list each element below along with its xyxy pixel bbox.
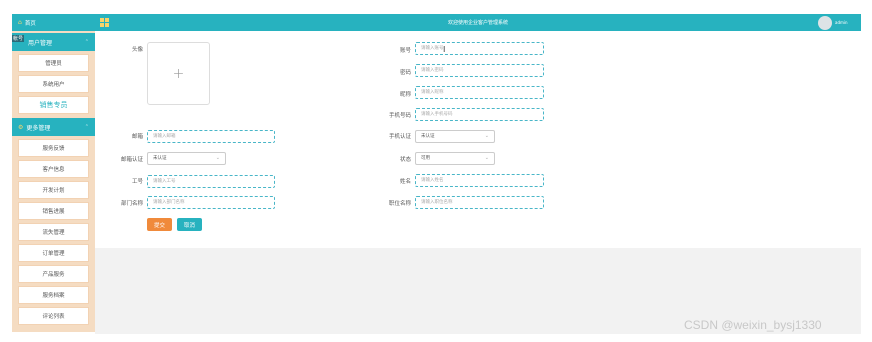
sidebar-item-label: 销售专员 — [39, 101, 68, 109]
sidebar-group-more-management[interactable]: ⚙ 更多管理 ⌃ — [12, 118, 95, 136]
sidebar-item-label: 开发计划 — [42, 188, 65, 194]
sidebar-item-customer-info[interactable]: 客户信息 — [18, 160, 89, 178]
sidebar-item-orders[interactable]: 订单管理 — [18, 244, 89, 262]
email-verify-select[interactable]: 未认证 ⌄ — [147, 152, 226, 165]
password-label: 密码 — [399, 70, 411, 76]
sidebar-group-mark: 帐号 — [12, 35, 25, 42]
phone-input[interactable]: 请输入手机号码 — [415, 108, 544, 121]
sidebar-item-service-feedback[interactable]: 服务反馈 — [18, 139, 89, 157]
sidebar-item-sales-rep[interactable]: 销售专员 — [18, 96, 89, 114]
position-input[interactable]: 请输入职位名称 — [415, 196, 544, 209]
email-verify-value: 未认证 — [153, 156, 167, 161]
status-label: 状态 — [399, 157, 411, 163]
sidebar-item-label: 销售进展 — [42, 209, 65, 215]
sidebar-item-admin[interactable]: 管理员 — [18, 54, 89, 72]
sidebar-item-comments[interactable]: 评论列表 — [18, 307, 89, 325]
sidebar-item-churn[interactable]: 流失管理 — [18, 223, 89, 241]
account-input[interactable]: 请输入账号 — [415, 42, 544, 55]
avatar[interactable] — [818, 16, 832, 30]
name-input[interactable]: 请输入姓名 — [415, 174, 544, 187]
sidebar-home-label: 首页 — [24, 20, 36, 27]
sidebar-item-dev-plan[interactable]: 开发计划 — [18, 181, 89, 199]
chevron-down-icon: ⌄ — [484, 155, 489, 161]
email-label: 邮箱 — [131, 134, 143, 140]
form-panel: 头像 + 邮箱 请输入邮箱 邮箱认证 未认证 ⌄ 工号 请输入工号 部门名称 请输… — [95, 31, 861, 248]
sidebar-item-sales-progress[interactable]: 销售进展 — [18, 202, 89, 220]
phone-verify-value: 未认证 — [421, 134, 435, 139]
plus-icon: + — [172, 65, 185, 82]
top-bar: 欢迎使用企业客户管理系统 admin — [95, 14, 861, 31]
status-value: 可用 — [421, 156, 430, 161]
position-label: 职位名称 — [388, 201, 411, 207]
nickname-label: 昵称 — [399, 92, 411, 98]
phone-verify-select[interactable]: 未认证 ⌄ — [415, 130, 495, 143]
status-select[interactable]: 可用 ⌄ — [415, 152, 495, 165]
avatar-label: 头像 — [131, 47, 143, 53]
text-cursor-icon: I — [443, 45, 446, 54]
sidebar-item-label: 订单管理 — [42, 251, 65, 257]
sidebar-group-label: 用户管理 — [28, 39, 53, 47]
sidebar-item-label: 服务档案 — [42, 293, 65, 299]
sidebar-group-label: 更多管理 — [26, 124, 51, 132]
sidebar: ⌂ 首页 帐号 用户管理 ⌃ 管理员 系统用户 销售专员 ⚙ 更多管理 ⌃ 服务… — [12, 14, 95, 332]
username[interactable]: admin — [835, 20, 848, 25]
sidebar-home[interactable]: ⌂ 首页 — [12, 14, 95, 31]
employee-id-label: 工号 — [131, 179, 143, 185]
home-icon: ⌂ — [18, 19, 22, 26]
sidebar-item-label: 评论列表 — [42, 314, 65, 320]
sidebar-item-label: 系统用户 — [42, 82, 65, 88]
sidebar-group-user-management[interactable]: 帐号 用户管理 ⌃ — [12, 33, 95, 51]
email-input[interactable]: 请输入邮箱 — [147, 130, 275, 143]
sidebar-item-products[interactable]: 产品服务 — [18, 265, 89, 283]
phone-verify-label: 手机认证 — [388, 134, 411, 140]
department-input[interactable]: 请输入部门名称 — [147, 196, 275, 209]
sidebar-item-service-archive[interactable]: 服务档案 — [18, 286, 89, 304]
chevron-down-icon: ⌄ — [484, 133, 489, 139]
account-label: 账号 — [399, 48, 411, 54]
chevron-up-icon: ⌃ — [84, 39, 89, 45]
chevron-down-icon: ⌄ — [215, 155, 220, 161]
settings-icon: ⚙ — [18, 123, 24, 131]
employee-id-input[interactable]: 请输入工号 — [147, 175, 275, 188]
avatar-upload[interactable]: + — [147, 42, 210, 105]
sidebar-item-system-user[interactable]: 系统用户 — [18, 75, 89, 93]
phone-label: 手机号码 — [388, 113, 411, 119]
chevron-up-icon: ⌃ — [84, 124, 89, 130]
sidebar-item-label: 服务反馈 — [42, 146, 65, 152]
password-input[interactable]: 请输入密码 — [415, 64, 544, 77]
email-verify-label: 邮箱认证 — [120, 157, 143, 163]
watermark: CSDN @weixin_bysj1330 — [684, 318, 822, 332]
sidebar-item-label: 客户信息 — [42, 167, 65, 173]
nickname-input[interactable]: 请输入昵称 — [415, 86, 544, 99]
cancel-button[interactable]: 取消 — [177, 218, 202, 231]
sidebar-item-label: 流失管理 — [42, 230, 65, 236]
name-label: 姓名 — [399, 179, 411, 185]
department-label: 部门名称 — [120, 201, 143, 207]
submit-button[interactable]: 提交 — [147, 218, 172, 231]
sidebar-item-label: 产品服务 — [42, 272, 65, 278]
page-title: 欢迎使用企业客户管理系统 — [447, 20, 508, 26]
sidebar-item-label: 管理员 — [45, 61, 62, 67]
